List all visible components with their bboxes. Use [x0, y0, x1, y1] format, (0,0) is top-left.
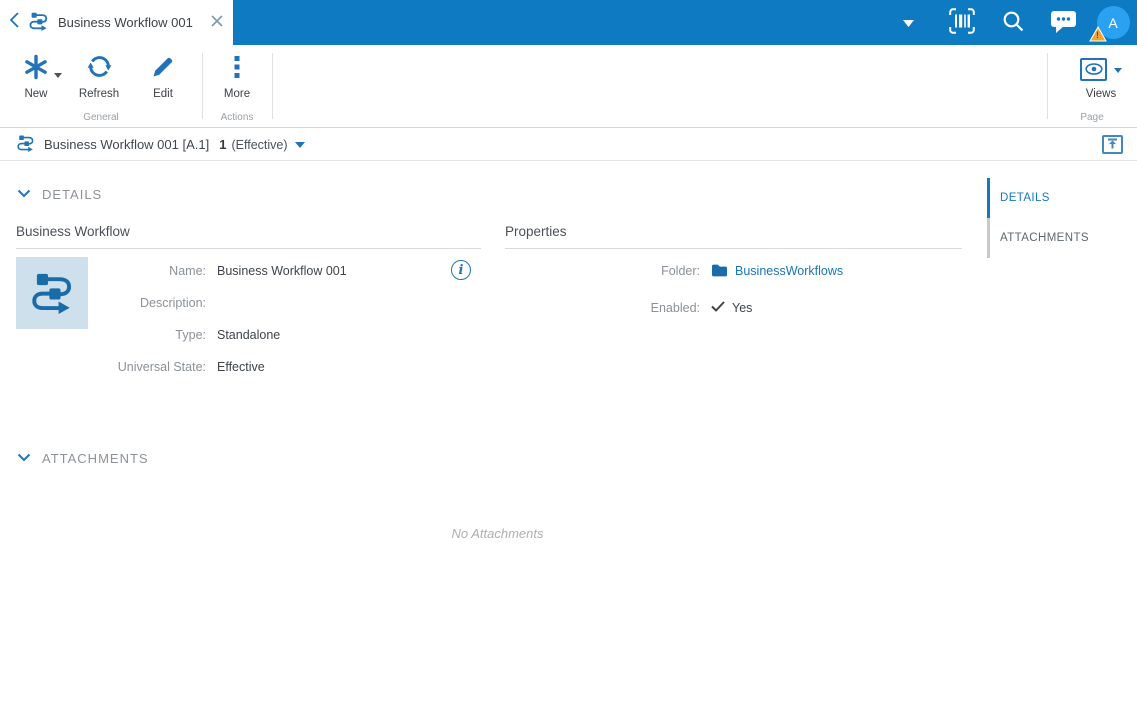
nav-details-label: DETAILS	[1000, 192, 1050, 204]
chevron-down-icon	[17, 449, 31, 467]
messages-button[interactable]	[1038, 0, 1089, 45]
enabled-label: Enabled:	[650, 301, 700, 315]
field-description: Description:	[86, 293, 217, 313]
back-chevron-icon	[9, 12, 19, 33]
folder-label: Folder:	[661, 264, 700, 278]
details-section-toggle[interactable]: DETAILS	[17, 185, 102, 203]
name-value: Business Workflow 001	[217, 264, 347, 278]
nav-item-details[interactable]: DETAILS	[987, 178, 1137, 218]
views-eye-icon	[1080, 57, 1107, 81]
properties-heading: Properties	[505, 224, 962, 249]
new-button-label: New	[24, 88, 48, 100]
workflow-icon	[16, 133, 35, 157]
ribbon-separator	[202, 53, 203, 119]
form-heading: Business Workflow	[16, 224, 481, 249]
more-dots-icon	[234, 55, 240, 83]
views-caret-icon	[1114, 60, 1122, 78]
tab-close-button[interactable]	[211, 14, 223, 32]
attachments-section-label: ATTACHMENTS	[42, 450, 149, 466]
field-enabled: Enabled: Yes	[540, 298, 753, 318]
views-button-label: Views	[1085, 88, 1117, 100]
section-nav: DETAILS ATTACHMENTS	[987, 178, 1137, 258]
field-name: Name: Business Workflow 001	[86, 261, 347, 281]
titlebar-actions: A !	[886, 0, 1137, 45]
type-value: Standalone	[217, 328, 281, 342]
new-button[interactable]: New	[12, 54, 62, 100]
barcode-scan-icon	[948, 8, 975, 37]
caret-down-icon	[902, 15, 914, 30]
universal-state-value: Effective	[217, 360, 265, 374]
info-icon[interactable]: i	[451, 260, 471, 280]
more-button[interactable]: More	[211, 55, 263, 100]
ribbon-toolbar: New Refresh Edit More Views General Acti…	[0, 45, 1137, 128]
refresh-button[interactable]: Refresh	[68, 55, 130, 100]
edit-pencil-icon	[151, 55, 175, 84]
tab-list-dropdown-button[interactable]	[886, 0, 930, 45]
folder-icon	[711, 263, 728, 280]
ribbon-separator	[1047, 53, 1048, 119]
ribbon-group-general: General	[83, 112, 119, 123]
avatar: A !	[1088, 6, 1130, 42]
refresh-button-label: Refresh	[78, 88, 120, 100]
views-button[interactable]: Views	[1072, 55, 1130, 100]
field-universal-state: Universal State: Effective	[86, 357, 265, 377]
tab-title: Business Workflow 001	[58, 15, 193, 30]
enabled-value: Yes	[732, 301, 753, 315]
folder-link[interactable]: BusinessWorkflows	[735, 264, 843, 278]
details-section-label: DETAILS	[42, 186, 103, 202]
avatar-initial: A	[1108, 14, 1118, 31]
ribbon-group-page: Page	[1080, 112, 1104, 123]
chevron-down-icon	[17, 185, 31, 203]
warning-badge-mark: !	[1096, 30, 1099, 40]
back-button[interactable]	[9, 12, 19, 33]
item-title: Business Workflow 001 [A.1]	[44, 137, 210, 152]
workflow-icon	[28, 10, 49, 36]
close-icon	[211, 14, 223, 32]
state-dropdown[interactable]	[294, 141, 305, 148]
attachments-section-toggle[interactable]: ATTACHMENTS	[17, 449, 149, 467]
titlebar: Business Workflow 001 A !	[0, 0, 1137, 45]
field-type: Type: Standalone	[86, 325, 280, 345]
ribbon-separator	[272, 53, 273, 119]
more-button-label: More	[223, 88, 251, 100]
refresh-icon	[87, 54, 112, 84]
new-asterisk-icon	[23, 54, 49, 85]
item-thumbnail	[16, 257, 88, 329]
app-window: Business Workflow 001 A ! New Refresh Ed…	[0, 0, 1137, 722]
new-caret-icon	[54, 65, 62, 83]
item-header: Business Workflow 001 [A.1] 1 (Effective…	[0, 129, 1137, 161]
user-menu-button[interactable]: A !	[1088, 0, 1137, 45]
field-folder: Folder: BusinessWorkflows	[540, 261, 843, 281]
universal-state-label: Universal State:	[117, 360, 206, 374]
check-icon	[711, 301, 725, 315]
chat-bubble-icon	[1050, 9, 1077, 37]
scan-barcode-button[interactable]	[936, 0, 987, 45]
popout-arrow-icon	[1107, 137, 1118, 152]
edit-button-label: Edit	[153, 88, 173, 100]
no-attachments-text: No Attachments	[451, 526, 544, 541]
search-button[interactable]	[987, 0, 1038, 45]
nav-attachments-label: ATTACHMENTS	[1000, 232, 1089, 244]
search-icon	[1001, 9, 1025, 36]
nav-item-attachments[interactable]: ATTACHMENTS	[987, 218, 1137, 258]
open-in-new-window-button[interactable]	[1102, 135, 1123, 154]
name-label: Name:	[169, 264, 206, 278]
item-state: (Effective)	[231, 137, 288, 152]
item-tab[interactable]: Business Workflow 001	[0, 0, 233, 45]
workflow-icon	[29, 268, 75, 319]
ribbon-group-actions: Actions	[220, 112, 254, 123]
edit-button[interactable]: Edit	[138, 55, 188, 100]
item-revision: 1	[219, 137, 227, 152]
description-label: Description:	[140, 296, 206, 310]
type-label: Type:	[175, 328, 206, 342]
